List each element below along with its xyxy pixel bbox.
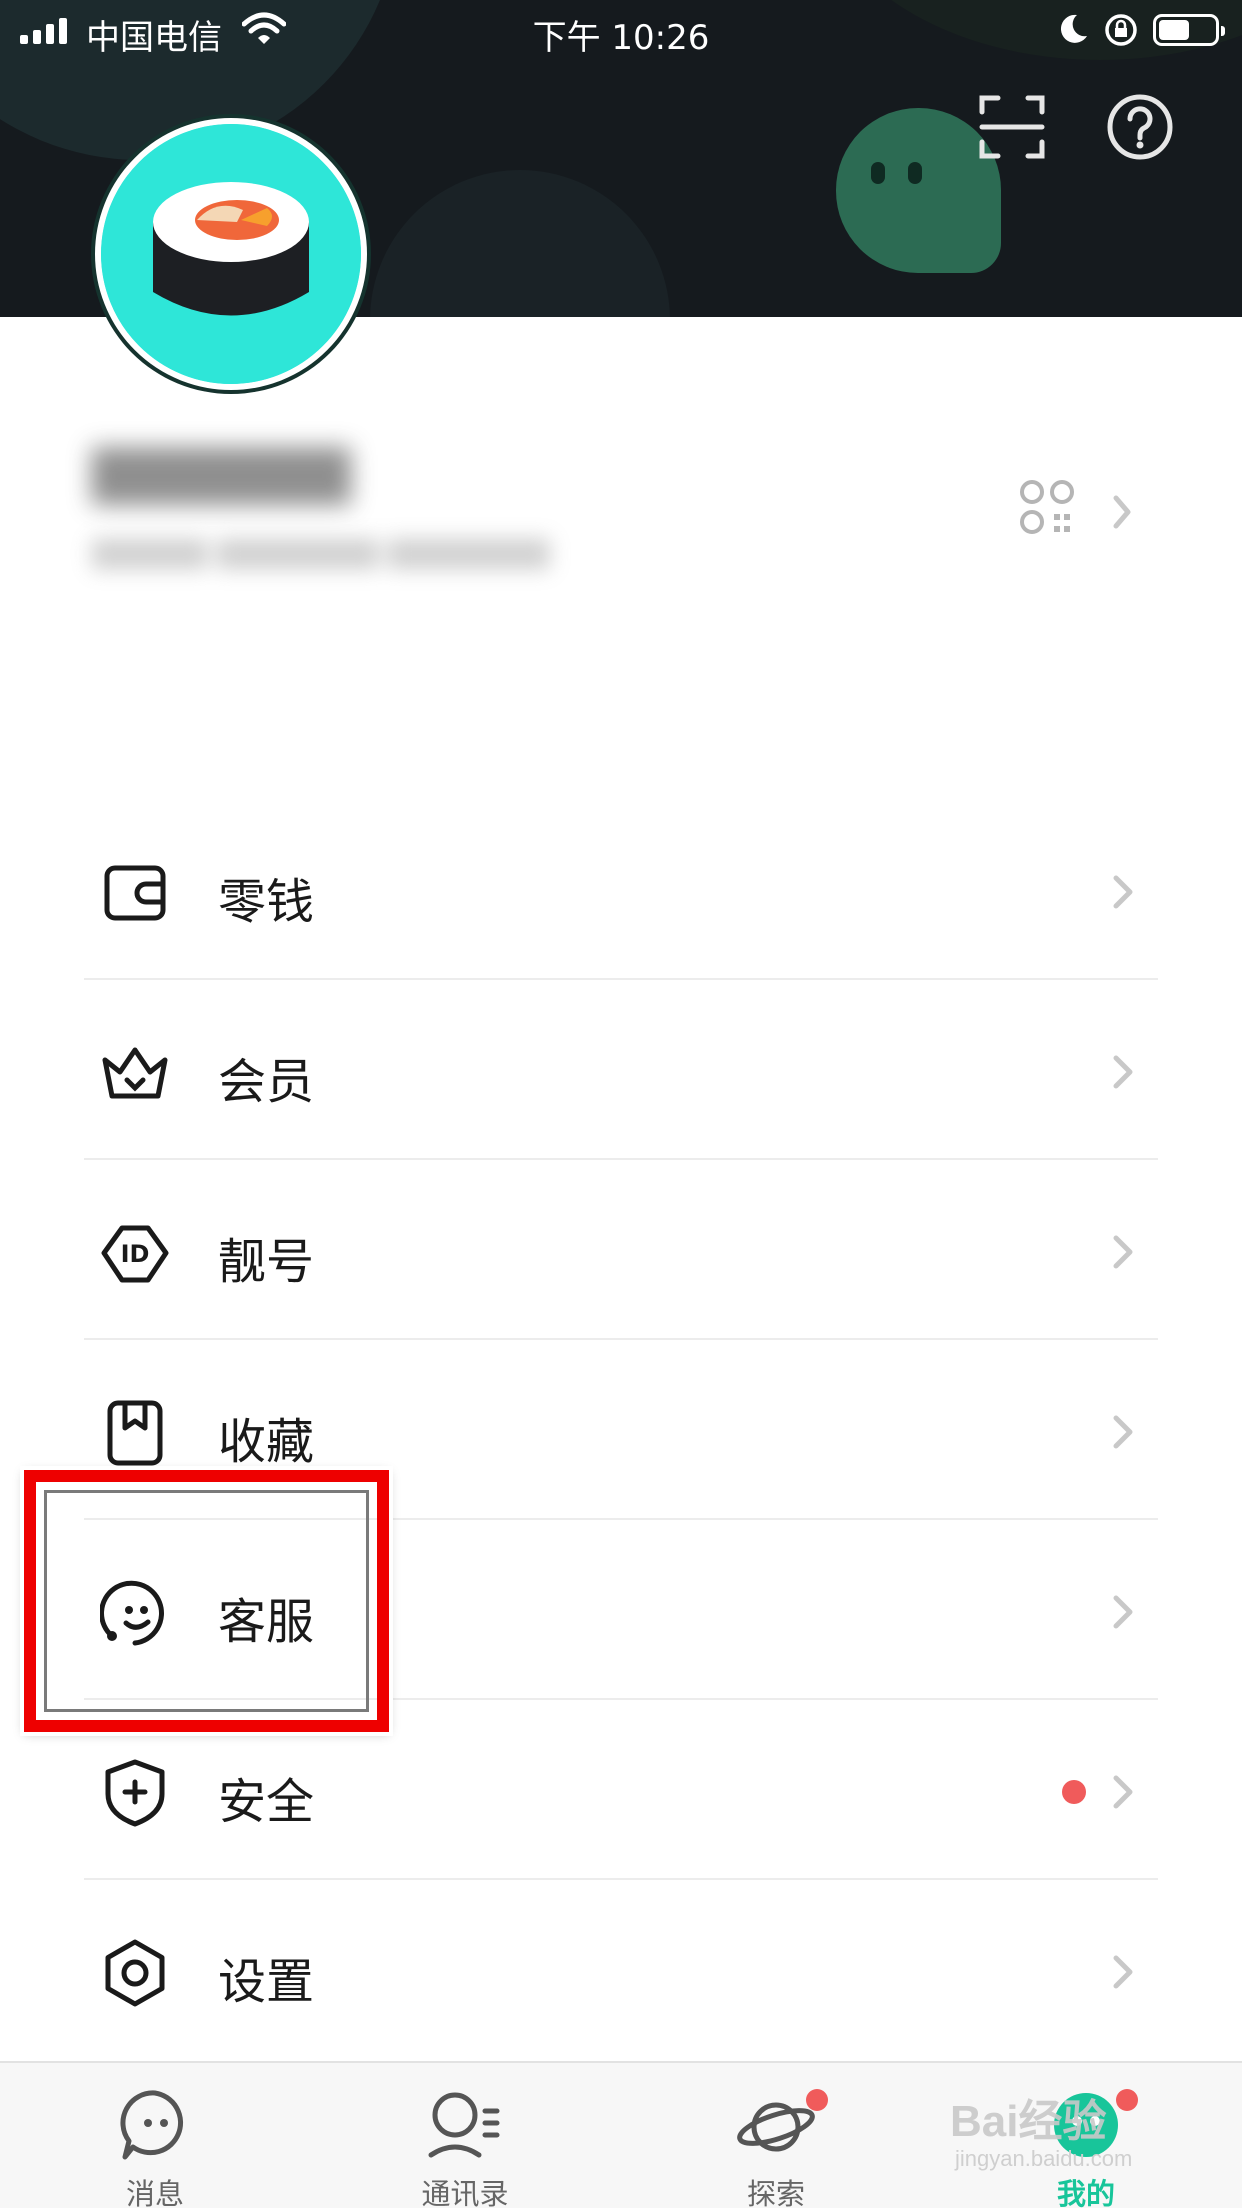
menu-item-premium-id[interactable]: ID 靓号: [0, 1160, 1242, 1340]
baidu-watermark-url: jingyan.baidu.com: [955, 2146, 1133, 2171]
qr-code-icon[interactable]: [1016, 474, 1136, 554]
app-screen: 中国电信 下午 10:26 ▇▇▇▇▇▇ ▇▇▇▇▇ ▇▇▇▇▇▇▇ ▇▇▇▇▇…: [0, 0, 1242, 2208]
ghost-mascot-icon: [836, 108, 1001, 273]
tab-label: 我的: [1056, 2177, 1115, 2208]
menu-item-label: 零钱: [218, 874, 315, 930]
menu-item-label: 靓号: [218, 1234, 315, 1290]
wallet-icon: [104, 865, 166, 921]
profile-name[interactable]: ▇▇▇▇▇▇: [92, 440, 452, 510]
tab-explore[interactable]: 探索: [676, 2063, 876, 2208]
svg-text:ID: ID: [121, 1240, 150, 1268]
help-icon[interactable]: [1105, 92, 1175, 162]
tab-label: 消息: [125, 2177, 184, 2208]
notification-badge: [806, 2089, 828, 2111]
crown-icon: [102, 1047, 168, 1099]
menu-item-label: 安全: [218, 1774, 315, 1830]
chat-icon: [120, 2090, 183, 2160]
settings-menu: 零钱 会员 ID 靓号 收藏 客服 安全 设置: [0, 800, 1242, 2060]
notification-badge: [1116, 2089, 1138, 2111]
contacts-icon: [428, 2092, 500, 2158]
chevron-right-icon: [1113, 875, 1133, 909]
highlight-annotation: [24, 1470, 389, 1732]
chevron-right-icon: [1113, 1775, 1133, 1809]
planet-icon: [737, 2102, 815, 2152]
tab-messages[interactable]: 消息: [55, 2063, 255, 2208]
header-decoration: [370, 170, 670, 317]
menu-item-membership[interactable]: 会员: [0, 980, 1242, 1160]
profile-account-id: ▇▇▇▇▇ ▇▇▇▇▇▇▇ ▇▇▇▇▇▇▇: [92, 535, 550, 570]
clock: 下午 10:26: [532, 18, 710, 58]
chevron-right-icon: [1113, 1595, 1133, 1629]
bookmark-icon: [107, 1400, 163, 1466]
status-bar: 中国电信 下午 10:26: [0, 0, 1242, 62]
settings-icon: [105, 1939, 165, 2007]
tab-label: 通讯录: [421, 2177, 509, 2208]
avatar[interactable]: [95, 118, 367, 390]
shield-icon: [105, 1759, 165, 1827]
notification-badge: [1062, 1780, 1086, 1804]
menu-item-label: 会员: [218, 1054, 315, 1110]
do-not-disturb-icon: [1060, 14, 1087, 43]
baidu-watermark: Bai经验: [950, 2097, 1107, 2146]
menu-item-label: 设置: [218, 1954, 315, 2010]
battery-icon: [1153, 14, 1225, 46]
id-tag-icon: ID: [101, 1225, 169, 1283]
chevron-right-icon: [1113, 1235, 1133, 1269]
rotation-lock-icon: [1105, 14, 1137, 46]
menu-item-settings[interactable]: 设置: [0, 1880, 1242, 2060]
menu-item-wallet[interactable]: 零钱: [0, 800, 1242, 980]
menu-item-label: 收藏: [218, 1414, 315, 1470]
tab-contacts[interactable]: 通讯录: [365, 2063, 565, 2208]
tab-label: 探索: [746, 2177, 805, 2208]
scan-icon[interactable]: [978, 92, 1048, 162]
chevron-right-icon: [1113, 1415, 1133, 1449]
chevron-right-icon: [1113, 1055, 1133, 1089]
chevron-right-icon: [1113, 1955, 1133, 1989]
